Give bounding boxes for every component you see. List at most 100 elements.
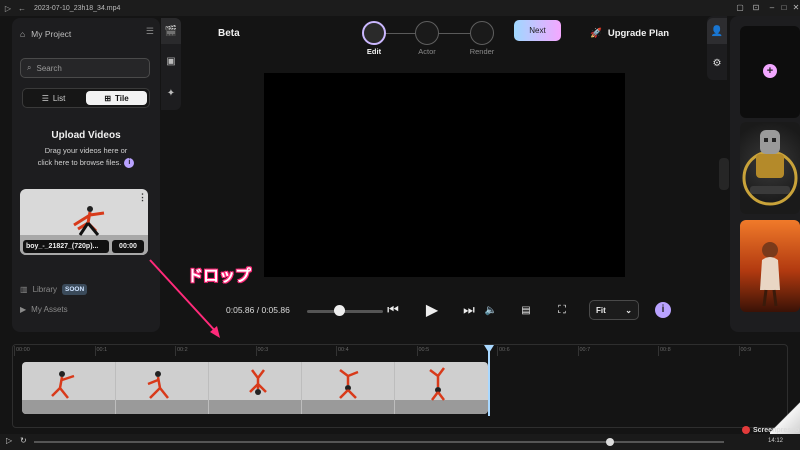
frame-4	[339, 369, 359, 399]
ruler-tick-line	[416, 346, 418, 356]
timeline-playhead[interactable]	[488, 346, 490, 416]
search-placeholder: Search	[36, 63, 62, 73]
ruler-tick-line	[94, 346, 96, 356]
project-title: My Project	[31, 29, 72, 39]
fit-select-value: Fit	[596, 305, 606, 315]
template-tool-icon[interactable]: ▣	[161, 48, 181, 74]
library-item[interactable]: ▥ Library SOON	[20, 284, 88, 295]
file-icon[interactable]: ▢	[732, 0, 748, 16]
rocket-icon: 🚀	[590, 28, 602, 39]
ruler-tick-label: 00:4	[338, 347, 349, 353]
robot-avatar-image	[742, 130, 798, 206]
info-icon[interactable]: i	[655, 302, 671, 318]
more-options-icon[interactable]: ⋮	[138, 192, 147, 203]
home-icon: ⌂	[20, 29, 26, 39]
upload-description[interactable]: Drag your videos here or click here to b…	[12, 145, 160, 169]
timeline-video-clip[interactable]	[22, 362, 488, 414]
actor-tool-icon[interactable]: 👤	[707, 18, 727, 44]
my-assets-label: My Assets	[31, 305, 68, 314]
video-name: boy_-_21827_(720p)...	[23, 240, 109, 253]
tile-view-button[interactable]: ⊞ Tile	[86, 91, 147, 105]
library-icon: ▥	[20, 285, 28, 294]
video-tool-icon[interactable]: 🎬	[161, 18, 181, 44]
upload-line-2[interactable]: click here to browse files.	[38, 158, 122, 167]
panel-resize-handle[interactable]	[719, 158, 729, 190]
ruler-tick-label: 00:2	[177, 347, 188, 353]
ruler-tick-label: 00:8	[660, 347, 671, 353]
player-progress-track[interactable]	[34, 441, 724, 443]
actor-avatar-girl[interactable]	[740, 220, 800, 312]
seek-bar[interactable]	[307, 310, 383, 313]
ruler-tick-label: 00:3	[257, 347, 269, 353]
player-loop-icon[interactable]: ↻	[20, 436, 27, 445]
ruler-tick-line	[497, 346, 498, 356]
magic-wand-icon[interactable]: ✦	[161, 80, 181, 106]
frame-5	[429, 367, 445, 401]
ruler-tick-line	[14, 346, 15, 356]
youtube-icon: ▶	[20, 305, 27, 314]
player-progress-knob[interactable]	[606, 438, 614, 446]
grid-icon: ⊞	[104, 93, 112, 103]
ruler-tick-line	[658, 346, 659, 356]
playhead-handle[interactable]	[484, 345, 494, 353]
volume-icon[interactable]: 🔈	[483, 305, 499, 316]
step-actor-label: Actor	[418, 47, 436, 56]
player-play-icon[interactable]: ▷	[6, 436, 12, 445]
view-toggle: ☰ List ⊞ Tile	[22, 88, 150, 108]
collapse-menu-icon[interactable]: ☰	[146, 26, 154, 37]
fullscreen-icon[interactable]: ⛶	[554, 304, 570, 317]
upload-title: Upload Videos	[51, 130, 121, 141]
watermark-label: Screenpresso	[753, 426, 800, 434]
upgrade-plan-button[interactable]: 🚀 Upgrade Plan	[590, 28, 669, 39]
screenpresso-logo-icon	[742, 426, 750, 434]
video-preview[interactable]	[264, 73, 625, 277]
frame-2	[147, 371, 169, 399]
list-view-button[interactable]: ☰ List	[23, 89, 84, 107]
tile-view-label: Tile	[115, 93, 129, 103]
left-panel: ⌂ My Project ☰ ⌕ Search ☰ List ⊞ Tile Up…	[12, 18, 160, 332]
subtitles-icon[interactable]: ▤	[518, 305, 534, 316]
ruler-tick-label: 00:7	[579, 347, 591, 353]
step-edit-circle[interactable]	[362, 21, 386, 45]
my-assets-item[interactable]: ▶ My Assets	[20, 305, 68, 314]
project-header[interactable]: ⌂ My Project	[20, 26, 154, 42]
next-button[interactable]: Next	[514, 20, 561, 41]
info-icon[interactable]: i	[124, 158, 135, 169]
add-icon[interactable]: +	[763, 64, 777, 78]
actor-avatar-robot[interactable]	[740, 122, 800, 214]
search-input[interactable]: ⌕ Search	[20, 58, 150, 78]
ruler-tick-line	[175, 346, 176, 356]
step-render-circle[interactable]	[470, 21, 494, 45]
ruler-tick-label: 00:1	[96, 347, 108, 353]
brand-label: Beta	[218, 28, 240, 39]
drop-annotation: ドロップ	[187, 268, 252, 285]
search-icon: ⌕	[27, 63, 32, 72]
list-view-label: List	[52, 93, 66, 103]
skip-back-icon[interactable]: ⏮	[385, 302, 401, 318]
video-thumbnail-card[interactable]: ⋮ boy_-_21827_(720p)... 00:00	[20, 189, 148, 255]
step-actor-circle[interactable]	[415, 21, 439, 45]
window-title-bar: ▷ ← 2023-07-10_23h18_34.mp4 ▢ ⊡ – □ ✕	[0, 0, 800, 16]
actor-settings-icon[interactable]: ⚙	[707, 50, 727, 76]
play-icon[interactable]: ▶	[424, 300, 440, 320]
soon-badge: SOON	[62, 284, 88, 295]
fit-select[interactable]: Fit ⌄	[589, 300, 639, 320]
ruler-tick-label: 00:00	[16, 347, 30, 353]
close-icon[interactable]: ✕	[788, 0, 800, 16]
step-connector	[438, 33, 470, 34]
ruler-tick-line	[255, 346, 257, 356]
ruler-tick-line	[738, 346, 740, 356]
ruler-tick-line	[336, 346, 337, 356]
ruler-tick-label: 00:6	[499, 347, 510, 353]
ruler-tick-label: 00:5	[418, 347, 430, 353]
clip-frames	[51, 367, 445, 401]
seek-knob[interactable]	[334, 305, 345, 316]
step-connector	[385, 33, 415, 34]
skip-forward-icon[interactable]: ⏭	[461, 302, 477, 318]
ruler-tick-label: 00:9	[740, 347, 752, 353]
step-render-label: Render	[469, 47, 495, 56]
back-icon[interactable]: ←	[14, 4, 30, 13]
pin-icon[interactable]: ⊡	[748, 0, 764, 16]
player-time: 14:12	[768, 438, 784, 444]
window-title: 2023-07-10_23h18_34.mp4	[34, 4, 121, 12]
